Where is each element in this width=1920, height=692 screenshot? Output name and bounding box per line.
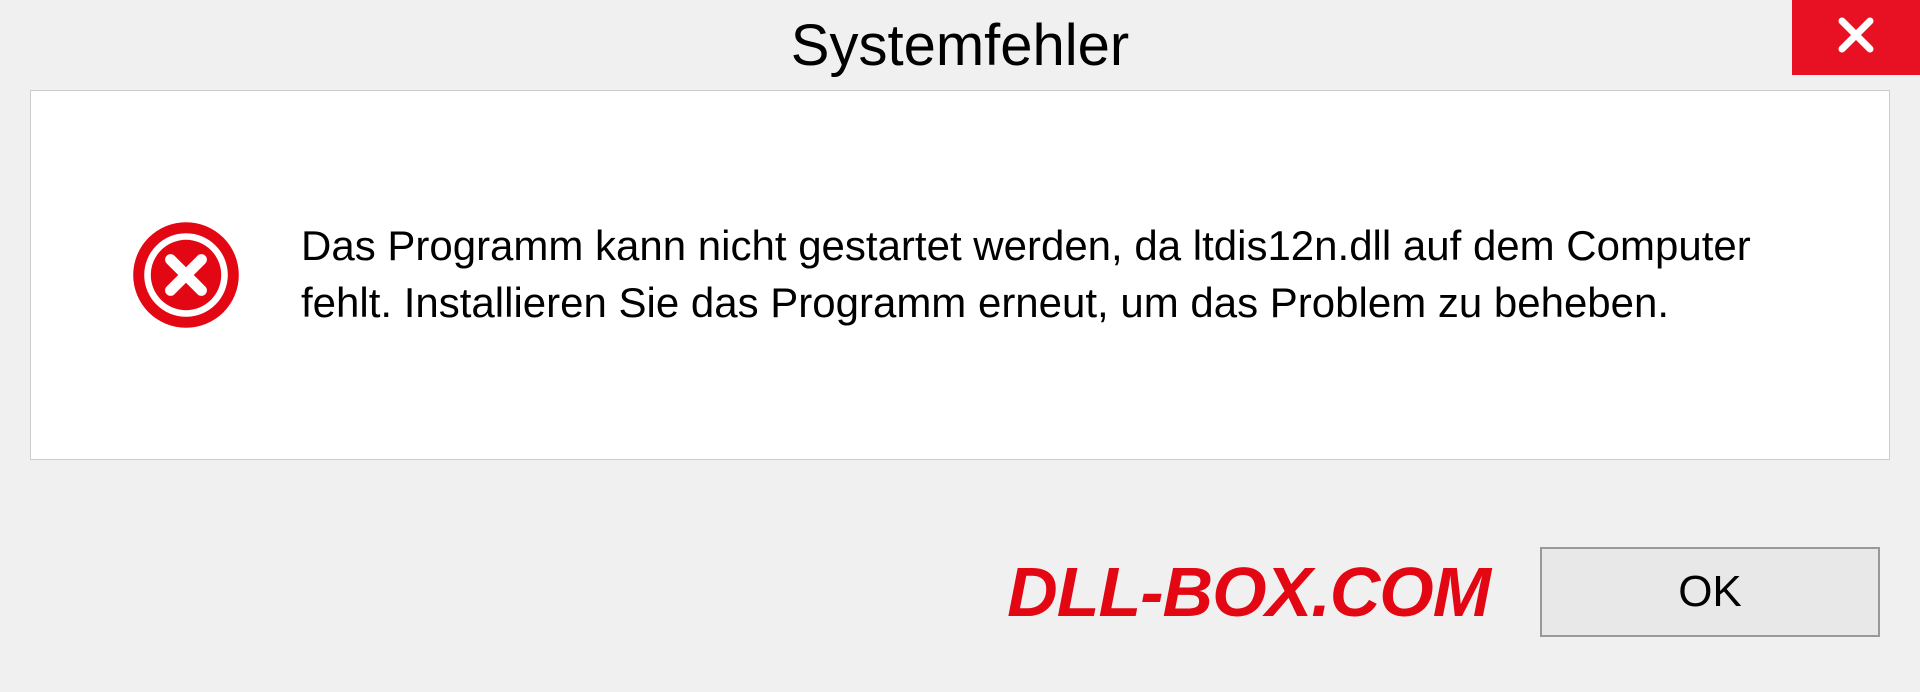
titlebar: Systemfehler <box>0 0 1920 90</box>
close-button[interactable] <box>1792 0 1920 75</box>
close-icon <box>1835 14 1877 61</box>
ok-button[interactable]: OK <box>1540 547 1880 637</box>
watermark-text: DLL-BOX.COM <box>1007 552 1490 632</box>
error-message: Das Programm kann nicht gestartet werden… <box>301 218 1809 331</box>
error-icon <box>131 220 241 330</box>
dialog-footer: DLL-BOX.COM OK <box>0 492 1920 692</box>
content-panel: Das Programm kann nicht gestartet werden… <box>30 90 1890 460</box>
dialog-title: Systemfehler <box>791 12 1129 79</box>
